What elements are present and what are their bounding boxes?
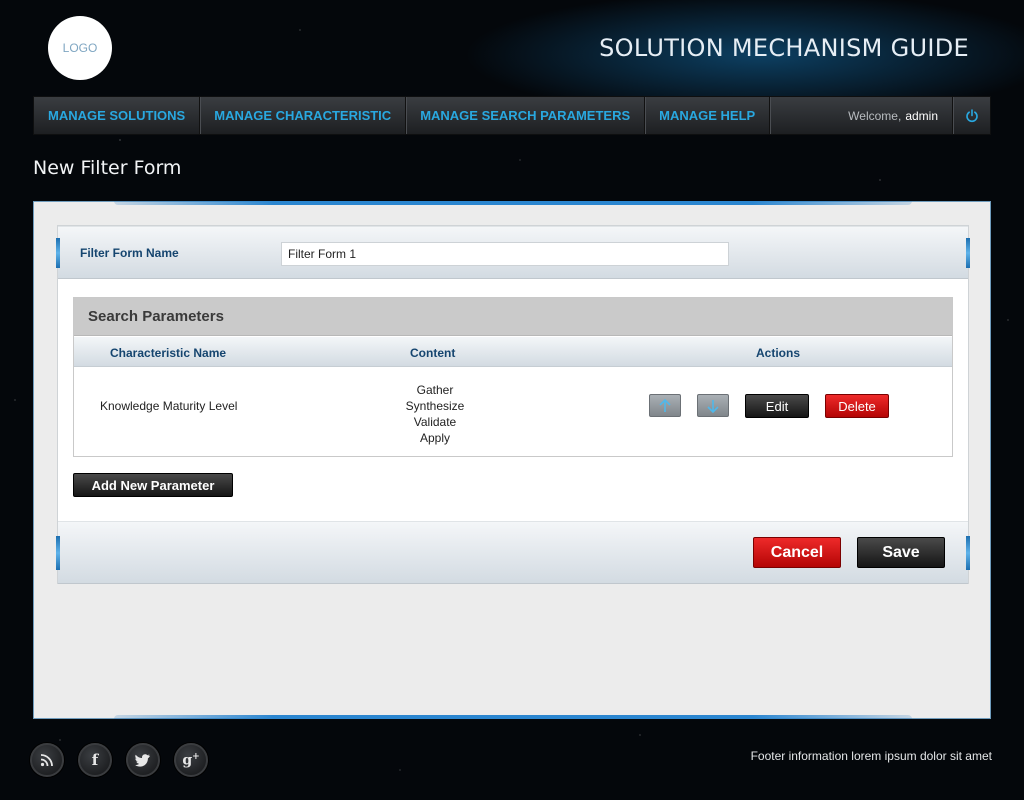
move-down-button[interactable]	[697, 394, 729, 417]
panel-accent-bottom	[114, 715, 912, 719]
main-nav: MANAGE SOLUTIONS MANAGE CHARACTERISTIC M…	[33, 96, 991, 135]
main-panel: Filter Form Name Search Parameters Chara…	[33, 201, 991, 719]
facebook-icon: f	[91, 751, 99, 769]
arrow-up-icon	[659, 398, 671, 412]
logout-button[interactable]	[952, 97, 990, 134]
filter-form-name-label: Filter Form Name	[80, 246, 179, 260]
panel-accent-top	[114, 201, 912, 205]
bar-accent-right	[966, 238, 970, 268]
cancel-button[interactable]: Cancel	[753, 537, 841, 568]
search-parameters-title: Search Parameters	[74, 298, 952, 336]
page-title: New Filter Form	[33, 157, 182, 179]
username: admin	[905, 108, 938, 123]
add-new-parameter-button[interactable]: Add New Parameter	[73, 473, 233, 497]
column-header-characteristic: Characteristic Name	[110, 346, 227, 360]
cell-content: Gather Synthesize Validate Apply	[390, 382, 480, 446]
rss-icon	[40, 754, 53, 767]
bar-accent-left	[56, 238, 60, 268]
filter-form-name-input[interactable]	[281, 242, 729, 266]
column-header-actions: Actions	[756, 346, 801, 360]
footer-text: Footer information lorem ipsum dolor sit…	[750, 749, 992, 763]
move-up-button[interactable]	[649, 394, 681, 417]
logo[interactable]: LOGO	[48, 16, 112, 80]
bar-accent-left	[56, 536, 60, 570]
nav-manage-characteristic[interactable]: MANAGE CHARACTERISTIC	[200, 97, 407, 134]
google-plus-icon: g+	[182, 751, 200, 769]
rss-button[interactable]	[30, 743, 64, 777]
delete-button[interactable]: Delete	[825, 394, 889, 418]
power-icon	[965, 108, 978, 122]
bar-accent-right	[966, 536, 970, 570]
twitter-icon	[135, 753, 150, 767]
content-value: Gather	[416, 383, 454, 397]
google-plus-button[interactable]: g+	[174, 743, 208, 777]
search-parameters-table: Search Parameters Characteristic Name Co…	[73, 297, 953, 457]
site-title: SOLUTION MECHANISM GUIDE	[599, 34, 969, 62]
table-header: Characteristic Name Content Actions	[74, 337, 952, 367]
twitter-button[interactable]	[126, 743, 160, 777]
filter-name-bar: Filter Form Name	[56, 226, 970, 279]
form-actions-bar: Cancel Save	[56, 521, 970, 584]
arrow-down-icon	[707, 399, 719, 413]
nav-manage-help[interactable]: MANAGE HELP	[645, 97, 771, 134]
welcome-prefix: Welcome,	[848, 108, 902, 123]
save-button[interactable]: Save	[857, 537, 945, 568]
nav-manage-search-parameters[interactable]: MANAGE SEARCH PARAMETERS	[406, 97, 646, 134]
welcome-message: Welcome, admin	[834, 97, 952, 134]
edit-button[interactable]: Edit	[745, 394, 809, 418]
nav-manage-solutions[interactable]: MANAGE SOLUTIONS	[34, 97, 201, 134]
cell-characteristic-name: Knowledge Maturity Level	[100, 399, 238, 413]
content-value: Validate	[413, 415, 457, 429]
content-value: Synthesize	[405, 399, 465, 413]
filter-form-card: Filter Form Name Search Parameters Chara…	[56, 225, 970, 584]
column-header-content: Content	[410, 346, 456, 360]
content-value: Apply	[419, 431, 451, 445]
facebook-button[interactable]: f	[78, 743, 112, 777]
